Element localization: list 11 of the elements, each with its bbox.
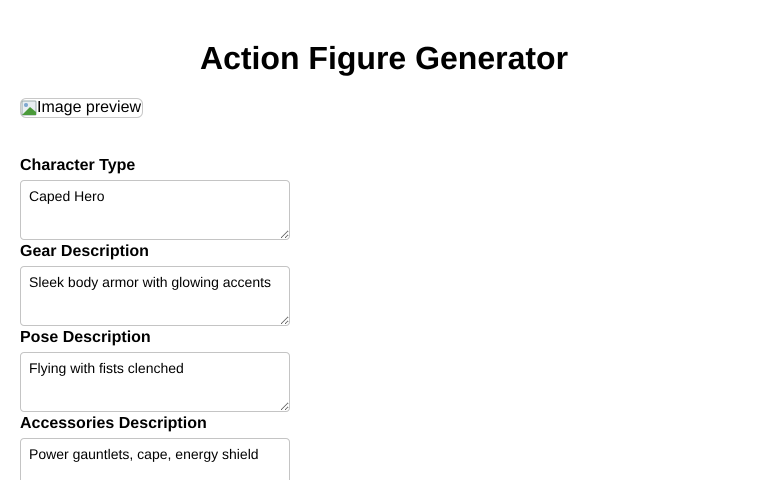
- page-title: Action Figure Generator: [198, 40, 570, 77]
- text-area[interactable]: Flying with fists clenched: [20, 352, 290, 412]
- field-label: Character Type: [20, 157, 136, 175]
- field-label: Gear Description: [20, 243, 149, 261]
- field-label: Pose Description: [20, 329, 151, 347]
- image-alt-text: Image preview: [37, 99, 142, 117]
- broken-image-icon: [21, 100, 37, 116]
- text-area[interactable]: Sleek body armor with glowing accents: [20, 266, 290, 326]
- text-area[interactable]: Caped Hero: [20, 180, 290, 240]
- text-area[interactable]: Power gauntlets, cape, energy shield: [20, 438, 290, 480]
- field-label: Accessories Description: [20, 415, 207, 433]
